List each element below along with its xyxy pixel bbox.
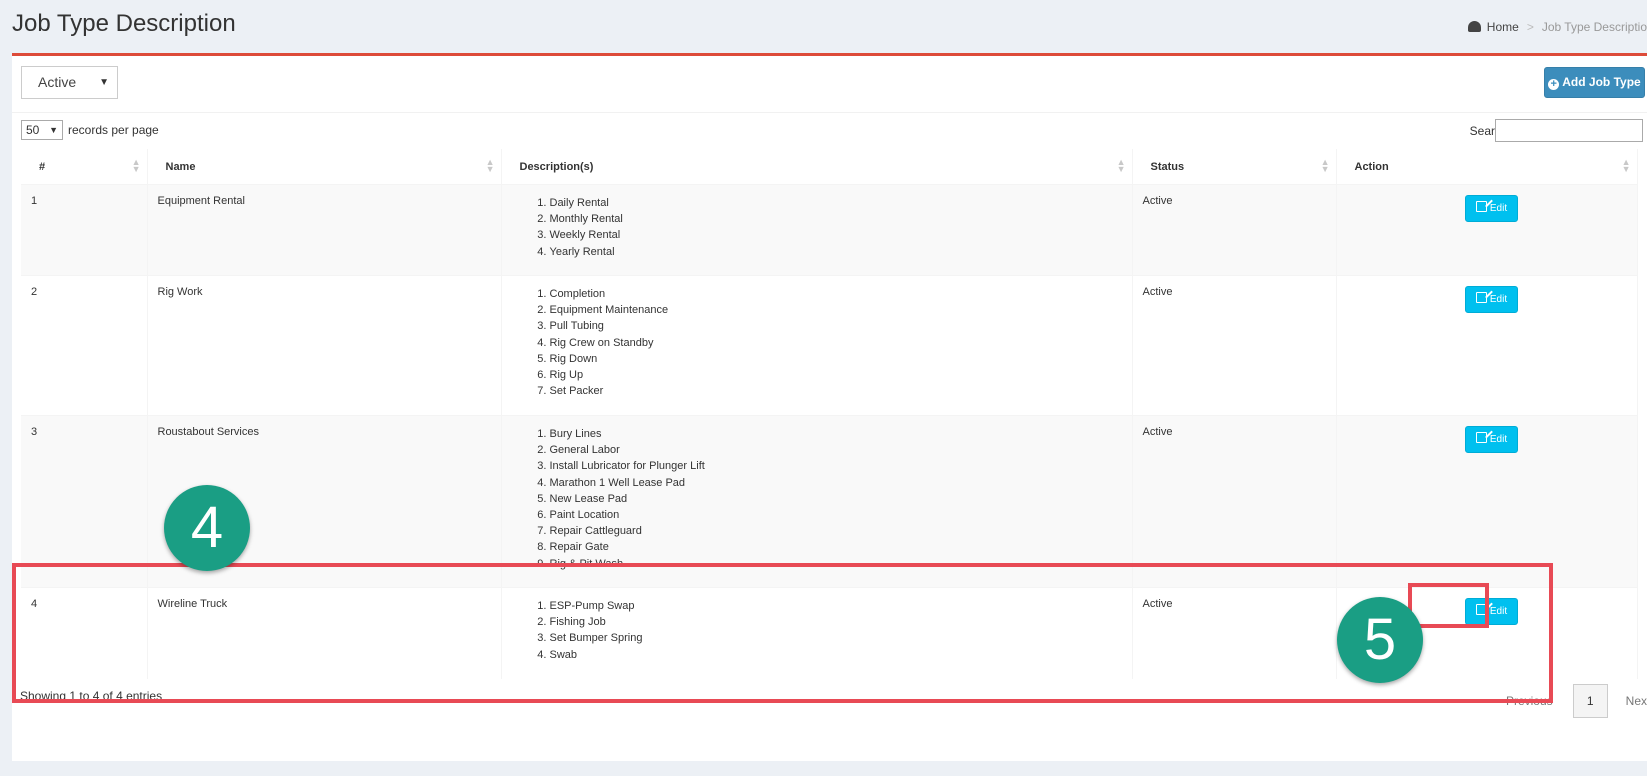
- row-action: Edit: [1336, 275, 1638, 416]
- sort-icon: ▲ ▼: [485, 157, 495, 174]
- description-item: Yearly Rental: [550, 244, 1132, 260]
- breadcrumb-current: Job Type Descriptio: [1541, 20, 1647, 34]
- edit-button[interactable]: Edit: [1464, 426, 1519, 453]
- chevron-down-icon: ▼: [99, 77, 109, 88]
- table-row: 3 Roustabout Services Bury Lines General…: [21, 415, 1638, 588]
- row-number: 2: [21, 275, 148, 416]
- row-name: Equipment Rental: [147, 184, 502, 276]
- next-page-button[interactable]: Nex: [1626, 694, 1647, 708]
- step-badge: 4: [164, 485, 250, 571]
- add-job-type-button[interactable]: + Add Job Type: [1544, 67, 1645, 98]
- description-item: Rig Crew on Standby: [550, 335, 1132, 351]
- column-header-label: #: [39, 160, 46, 173]
- description-item: Equipment Maintenance: [550, 302, 1132, 318]
- sort-icon: ▲ ▼: [131, 157, 141, 174]
- table-header-row: # ▲ ▼ Name ▲ ▼ Description(s) ▲ ▼ Status ▲ ▼ Act…: [21, 149, 1638, 185]
- table-row: 1 Equipment Rental Daily Rental Monthly …: [21, 184, 1638, 276]
- column-header-descriptions[interactable]: Description(s) ▲ ▼: [501, 149, 1133, 185]
- dashboard-icon: [1467, 21, 1481, 32]
- sort-icon: ▲ ▼: [1621, 157, 1631, 174]
- chevron-down-icon: ▼: [49, 125, 58, 135]
- page-length-value: 50: [26, 123, 40, 137]
- description-item: New Lease Pad: [550, 491, 1132, 507]
- status-filter-value: Active: [38, 74, 77, 90]
- plus-circle-icon: +: [1548, 79, 1560, 90]
- status-filter-select[interactable]: Active ▼: [21, 66, 118, 99]
- description-clip: Bury Lines General Labor Install Lubrica…: [512, 426, 1132, 577]
- row-status: Active: [1132, 184, 1337, 276]
- row-number: 3: [21, 415, 148, 588]
- row-name: Rig Work: [147, 275, 502, 416]
- page-length-label: records per page: [68, 123, 159, 137]
- edit-icon: [1475, 201, 1487, 212]
- edit-label: Edit: [1489, 434, 1508, 445]
- page-number-button[interactable]: 1: [1572, 684, 1608, 718]
- row-descriptions: Completion Equipment Maintenance Pull Tu…: [501, 275, 1133, 416]
- highlight-box-row: [12, 563, 1553, 703]
- step-badge: 5: [1337, 597, 1423, 683]
- edit-button[interactable]: Edit: [1464, 286, 1519, 313]
- column-header-label: Description(s): [519, 160, 594, 173]
- row-action: Edit: [1336, 415, 1638, 588]
- column-header-label: Action: [1354, 160, 1389, 173]
- row-status: Active: [1132, 415, 1337, 588]
- sort-icon: ▲ ▼: [1320, 157, 1330, 174]
- description-item: Pull Tubing: [550, 318, 1132, 334]
- description-item: Rig Down: [550, 351, 1132, 367]
- edit-icon: [1475, 432, 1487, 443]
- edit-label: Edit: [1489, 294, 1508, 305]
- description-item: Weekly Rental: [550, 227, 1132, 243]
- column-header-label: Name: [165, 160, 196, 173]
- description-item: Set Packer: [550, 383, 1132, 399]
- description-item: Daily Rental: [550, 195, 1132, 211]
- toolbar: Active ▼ + Add Job Type: [12, 56, 1647, 113]
- breadcrumb-home-link[interactable]: Home: [1487, 20, 1519, 34]
- column-header-action[interactable]: Action ▲ ▼: [1336, 149, 1638, 185]
- page-title: Job Type Description: [12, 10, 236, 37]
- column-header-number[interactable]: # ▲ ▼: [21, 149, 148, 185]
- edit-button[interactable]: Edit: [1464, 195, 1519, 222]
- page-length-select[interactable]: 50 ▼: [21, 120, 63, 140]
- description-item: General Labor: [550, 442, 1132, 458]
- breadcrumb-separator: >: [1526, 20, 1534, 34]
- description-item: Repair Cattleguard: [550, 523, 1132, 539]
- row-number: 1: [21, 184, 148, 276]
- row-status: Active: [1132, 275, 1337, 416]
- description-item: Bury Lines: [550, 426, 1132, 442]
- search-input[interactable]: [1495, 119, 1643, 142]
- description-item: Install Lubricator for Plunger Lift: [550, 458, 1132, 474]
- column-header-status[interactable]: Status ▲ ▼: [1132, 149, 1337, 185]
- column-header-label: Status: [1150, 160, 1185, 173]
- breadcrumb: Home > Job Type Descriptio: [1467, 20, 1647, 34]
- add-job-type-label: Add Job Type: [1562, 75, 1641, 89]
- sort-icon: ▲ ▼: [1116, 157, 1126, 174]
- highlight-box-edit: [1408, 583, 1489, 628]
- description-item: Rig Up: [550, 367, 1132, 383]
- row-descriptions: Bury Lines General Labor Install Lubrica…: [501, 415, 1133, 588]
- description-item: Repair Gate: [550, 539, 1132, 555]
- table-row: 2 Rig Work Completion Equipment Maintena…: [21, 275, 1638, 416]
- description-item: Completion: [550, 286, 1132, 302]
- description-item: Monthly Rental: [550, 211, 1132, 227]
- row-descriptions: Daily Rental Monthly Rental Weekly Renta…: [501, 184, 1133, 276]
- column-header-name[interactable]: Name ▲ ▼: [147, 149, 502, 185]
- edit-icon: [1475, 292, 1487, 303]
- edit-label: Edit: [1489, 203, 1508, 214]
- description-item: Paint Location: [550, 507, 1132, 523]
- row-action: Edit: [1336, 184, 1638, 276]
- description-item: Marathon 1 Well Lease Pad: [550, 475, 1132, 491]
